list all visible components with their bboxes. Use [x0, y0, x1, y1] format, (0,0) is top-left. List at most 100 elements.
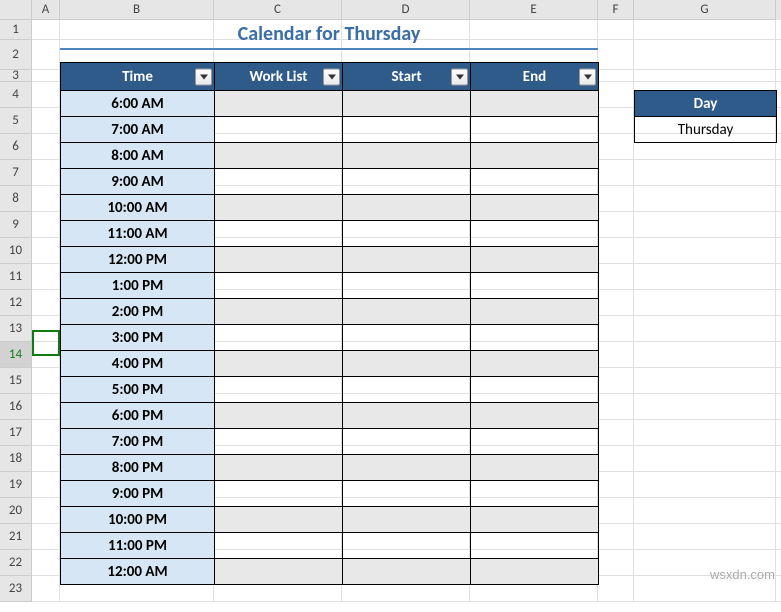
data-cell[interactable]: [471, 221, 599, 247]
col-head-G[interactable]: G: [634, 0, 776, 20]
time-cell[interactable]: 8:00 AM: [61, 143, 215, 169]
row-head-13[interactable]: 13: [0, 316, 32, 342]
time-cell[interactable]: 6:00 PM: [61, 403, 215, 429]
filter-icon[interactable]: [195, 68, 212, 85]
filter-icon[interactable]: [579, 68, 596, 85]
data-cell[interactable]: [215, 273, 343, 299]
data-cell[interactable]: [471, 195, 599, 221]
data-cell[interactable]: [343, 91, 471, 117]
row-head-11[interactable]: 11: [0, 264, 32, 290]
row-head-4[interactable]: 4: [0, 82, 32, 108]
data-cell[interactable]: [215, 559, 343, 585]
data-cell[interactable]: [471, 169, 599, 195]
col-head-A[interactable]: A: [32, 0, 60, 20]
time-cell[interactable]: 12:00 AM: [61, 559, 215, 585]
data-cell[interactable]: [343, 247, 471, 273]
data-cell[interactable]: [471, 377, 599, 403]
time-cell[interactable]: 2:00 PM: [61, 299, 215, 325]
data-cell[interactable]: [215, 195, 343, 221]
time-cell[interactable]: 9:00 PM: [61, 481, 215, 507]
data-cell[interactable]: [471, 247, 599, 273]
row-head-10[interactable]: 10: [0, 238, 32, 264]
col-head-F[interactable]: F: [598, 0, 634, 20]
day-value-cell[interactable]: Thursday: [635, 117, 777, 143]
data-cell[interactable]: [215, 351, 343, 377]
row-head-6[interactable]: 6: [0, 134, 32, 160]
data-cell[interactable]: [471, 429, 599, 455]
time-cell[interactable]: 3:00 PM: [61, 325, 215, 351]
data-cell[interactable]: [343, 169, 471, 195]
data-cell[interactable]: [343, 429, 471, 455]
data-cell[interactable]: [343, 195, 471, 221]
data-cell[interactable]: [471, 325, 599, 351]
row-head-17[interactable]: 17: [0, 420, 32, 446]
row-head-7[interactable]: 7: [0, 160, 32, 186]
col-head-B[interactable]: B: [60, 0, 214, 20]
col-end[interactable]: End: [471, 63, 599, 91]
data-cell[interactable]: [215, 429, 343, 455]
data-cell[interactable]: [471, 351, 599, 377]
data-cell[interactable]: [343, 351, 471, 377]
data-cell[interactable]: [471, 299, 599, 325]
row-head-2[interactable]: 2: [0, 40, 32, 70]
data-cell[interactable]: [215, 91, 343, 117]
data-cell[interactable]: [215, 481, 343, 507]
data-cell[interactable]: [471, 455, 599, 481]
filter-icon[interactable]: [451, 68, 468, 85]
row-head-14[interactable]: 14: [0, 342, 32, 368]
data-cell[interactable]: [471, 117, 599, 143]
row-head-16[interactable]: 16: [0, 394, 32, 420]
time-cell[interactable]: 8:00 PM: [61, 455, 215, 481]
time-cell[interactable]: 10:00 PM: [61, 507, 215, 533]
row-head-5[interactable]: 5: [0, 108, 32, 134]
data-cell[interactable]: [215, 507, 343, 533]
row-head-15[interactable]: 15: [0, 368, 32, 394]
data-cell[interactable]: [471, 403, 599, 429]
time-cell[interactable]: 1:00 PM: [61, 273, 215, 299]
time-cell[interactable]: 11:00 AM: [61, 221, 215, 247]
data-cell[interactable]: [343, 117, 471, 143]
row-head-18[interactable]: 18: [0, 446, 32, 472]
data-cell[interactable]: [215, 169, 343, 195]
data-cell[interactable]: [215, 143, 343, 169]
data-cell[interactable]: [343, 403, 471, 429]
data-cell[interactable]: [215, 299, 343, 325]
col-head-D[interactable]: D: [342, 0, 470, 20]
row-head-19[interactable]: 19: [0, 472, 32, 498]
row-head-1[interactable]: 1: [0, 20, 32, 40]
data-cell[interactable]: [215, 403, 343, 429]
time-cell[interactable]: 5:00 PM: [61, 377, 215, 403]
data-cell[interactable]: [215, 221, 343, 247]
col-start[interactable]: Start: [343, 63, 471, 91]
row-head-23[interactable]: 23: [0, 576, 32, 602]
row-head-21[interactable]: 21: [0, 524, 32, 550]
data-cell[interactable]: [215, 377, 343, 403]
col-worklist[interactable]: Work List: [215, 63, 343, 91]
data-cell[interactable]: [215, 247, 343, 273]
data-cell[interactable]: [343, 507, 471, 533]
data-cell[interactable]: [471, 533, 599, 559]
data-cell[interactable]: [343, 481, 471, 507]
data-cell[interactable]: [343, 559, 471, 585]
time-cell[interactable]: 11:00 PM: [61, 533, 215, 559]
filter-icon[interactable]: [323, 68, 340, 85]
data-cell[interactable]: [343, 325, 471, 351]
time-cell[interactable]: 7:00 AM: [61, 117, 215, 143]
data-cell[interactable]: [343, 533, 471, 559]
col-head-C[interactable]: C: [214, 0, 342, 20]
row-head-3[interactable]: 3: [0, 70, 32, 82]
time-cell[interactable]: 4:00 PM: [61, 351, 215, 377]
data-cell[interactable]: [343, 455, 471, 481]
time-cell[interactable]: 12:00 PM: [61, 247, 215, 273]
data-cell[interactable]: [343, 273, 471, 299]
col-head-E[interactable]: E: [470, 0, 598, 20]
data-cell[interactable]: [215, 455, 343, 481]
time-cell[interactable]: 6:00 AM: [61, 91, 215, 117]
data-cell[interactable]: [471, 143, 599, 169]
time-cell[interactable]: 10:00 AM: [61, 195, 215, 221]
data-cell[interactable]: [471, 481, 599, 507]
data-cell[interactable]: [471, 507, 599, 533]
row-head-9[interactable]: 9: [0, 212, 32, 238]
data-cell[interactable]: [215, 533, 343, 559]
time-cell[interactable]: 7:00 PM: [61, 429, 215, 455]
